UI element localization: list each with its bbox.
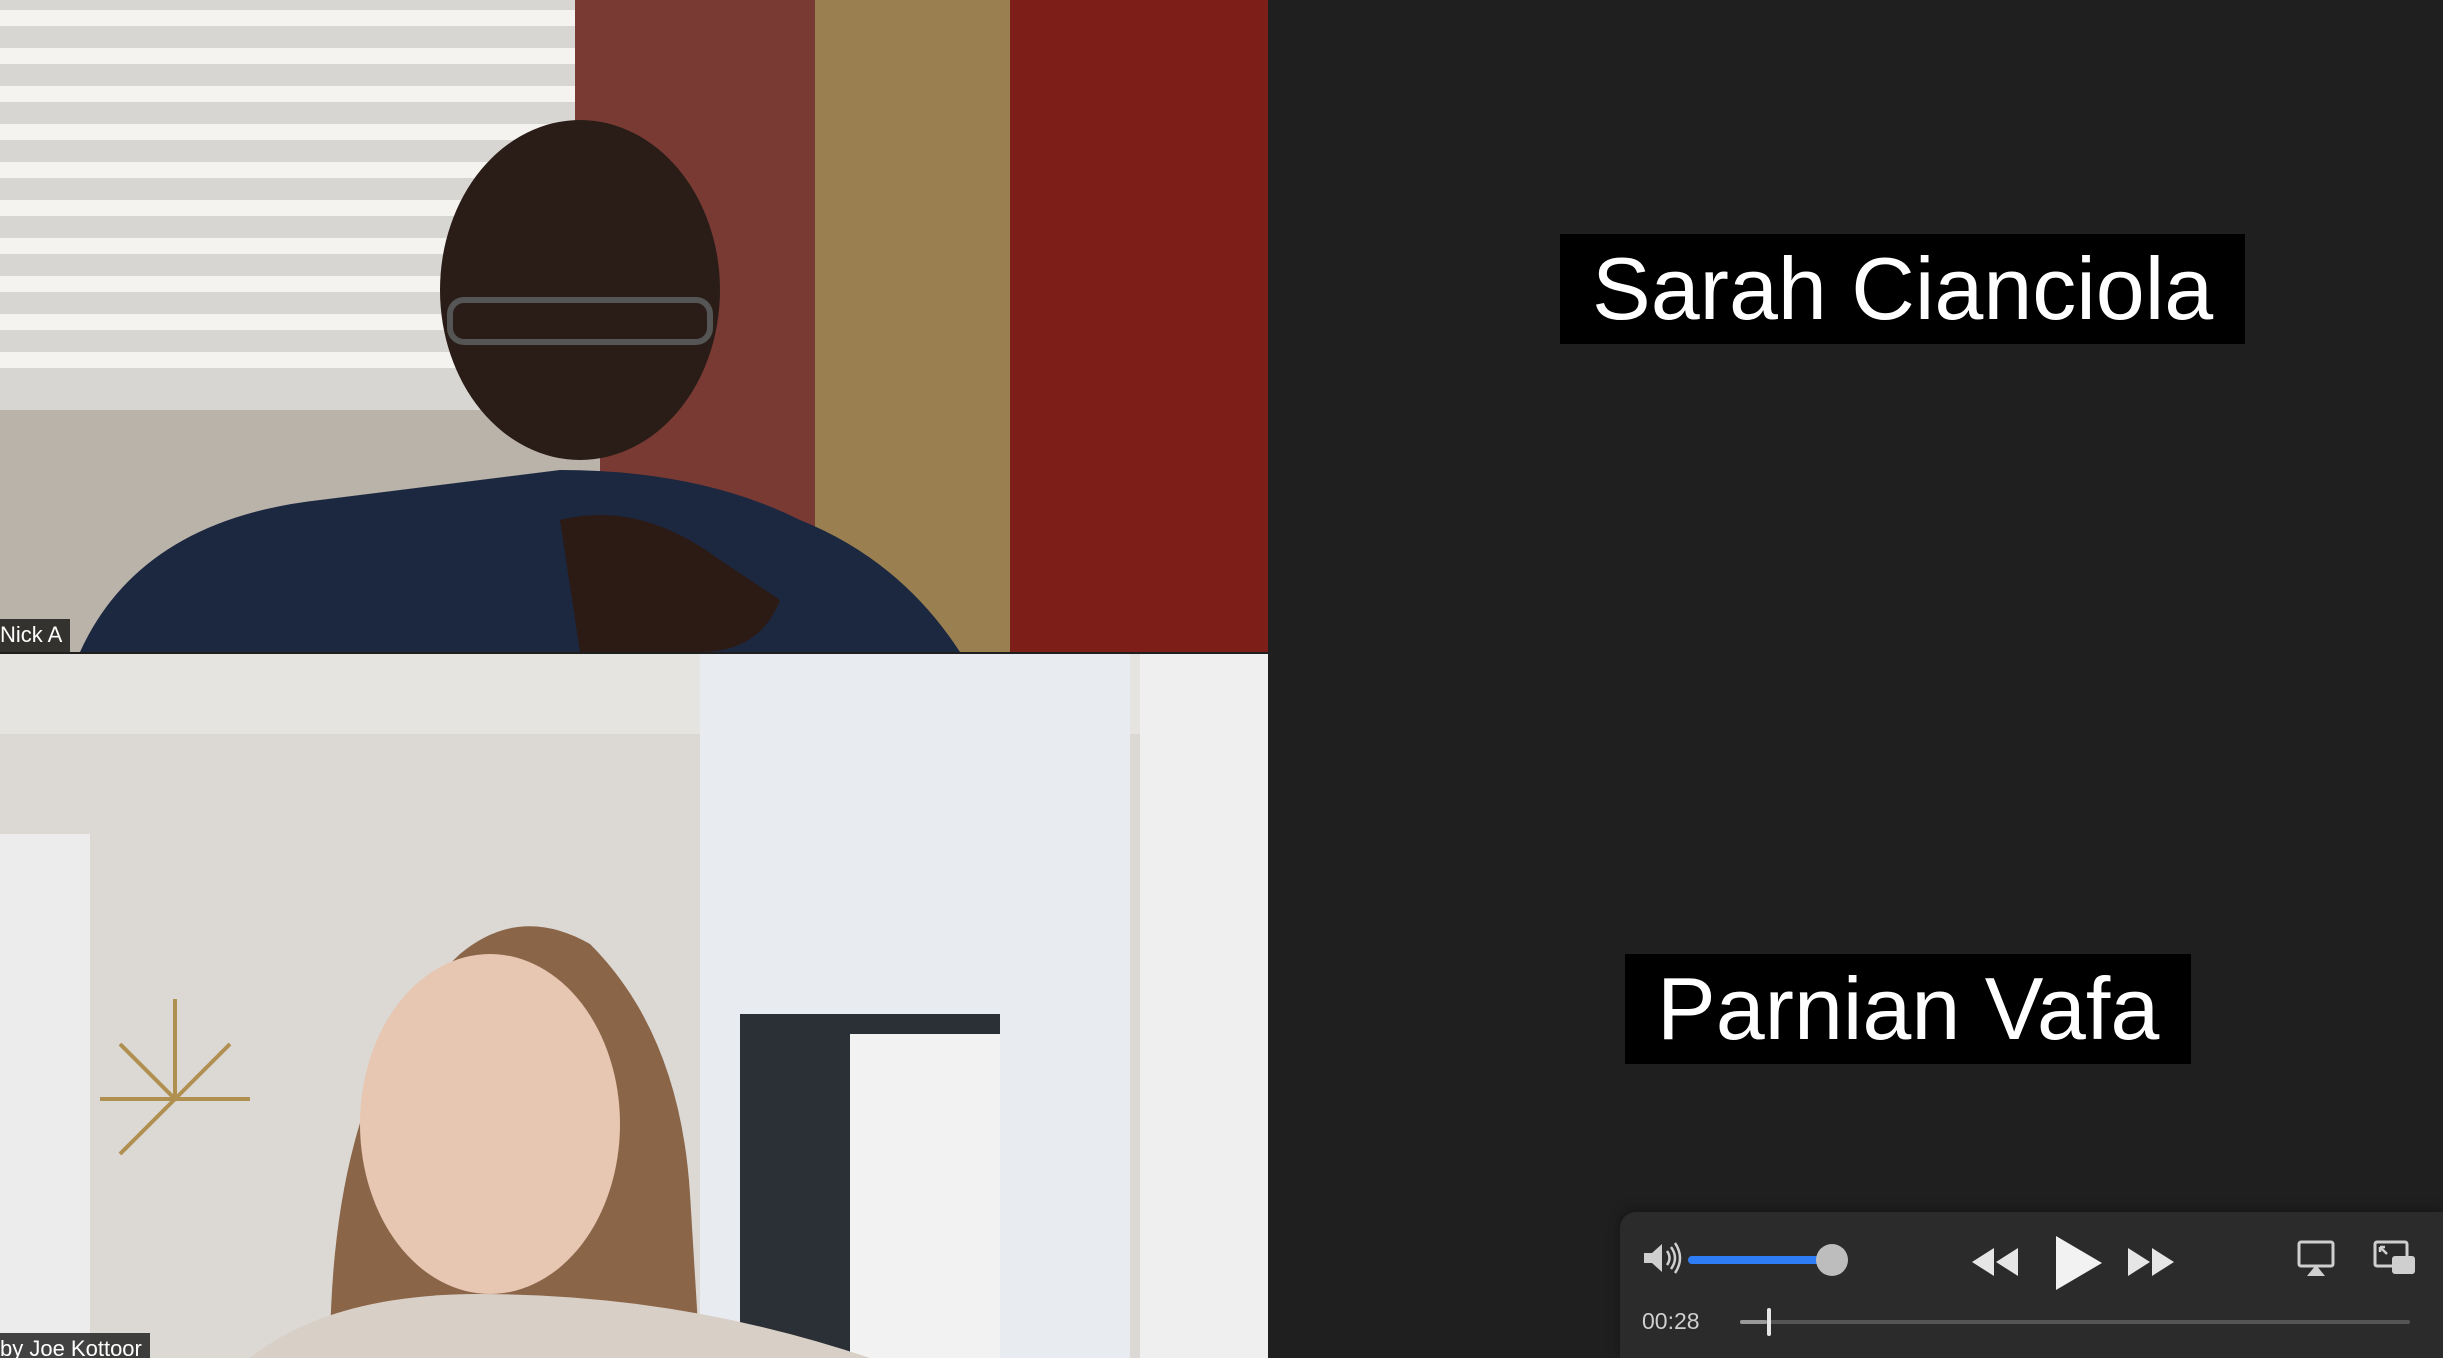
media-player-controls: 00:28 (1620, 1212, 2443, 1358)
volume-slider[interactable] (1688, 1244, 1848, 1276)
play-button[interactable] (2050, 1232, 2106, 1294)
video-feed-top (0, 0, 1268, 652)
fast-forward-button[interactable] (2126, 1244, 2176, 1280)
video-tile-top[interactable]: Nick A (0, 0, 1268, 652)
name-card: Sarah Cianciola (1560, 234, 2246, 344)
participant-name-tag: Nick A (0, 619, 71, 652)
airplay-button[interactable] (2296, 1238, 2336, 1278)
speaker-volume-icon[interactable] (1642, 1240, 1682, 1276)
video-feed-bottom (0, 654, 1268, 1358)
playback-scrubber-handle[interactable] (1766, 1308, 1771, 1336)
picture-in-picture-icon (2373, 1240, 2415, 1274)
volume-slider-fill (1688, 1256, 1832, 1264)
participant-name-tag: by Joe Kottoor (0, 1333, 150, 1358)
picture-in-picture-button[interactable] (2372, 1238, 2418, 1278)
rewind-icon (1972, 1248, 2018, 1276)
playback-scrubber[interactable] (1740, 1308, 2410, 1336)
playback-progress-fill (1740, 1320, 1767, 1324)
rewind-button[interactable] (1970, 1244, 2020, 1280)
volume-slider-knob[interactable] (1816, 1244, 1848, 1276)
playback-time: 00:28 (1642, 1308, 1700, 1334)
play-icon (2056, 1236, 2102, 1290)
right-pane (1268, 0, 2443, 1358)
airplay-icon (2297, 1240, 2335, 1276)
fast-forward-icon (2128, 1248, 2174, 1276)
name-card: Parnian Vafa (1625, 954, 2192, 1064)
video-tile-bottom[interactable]: by Joe Kottoor (0, 654, 1268, 1358)
